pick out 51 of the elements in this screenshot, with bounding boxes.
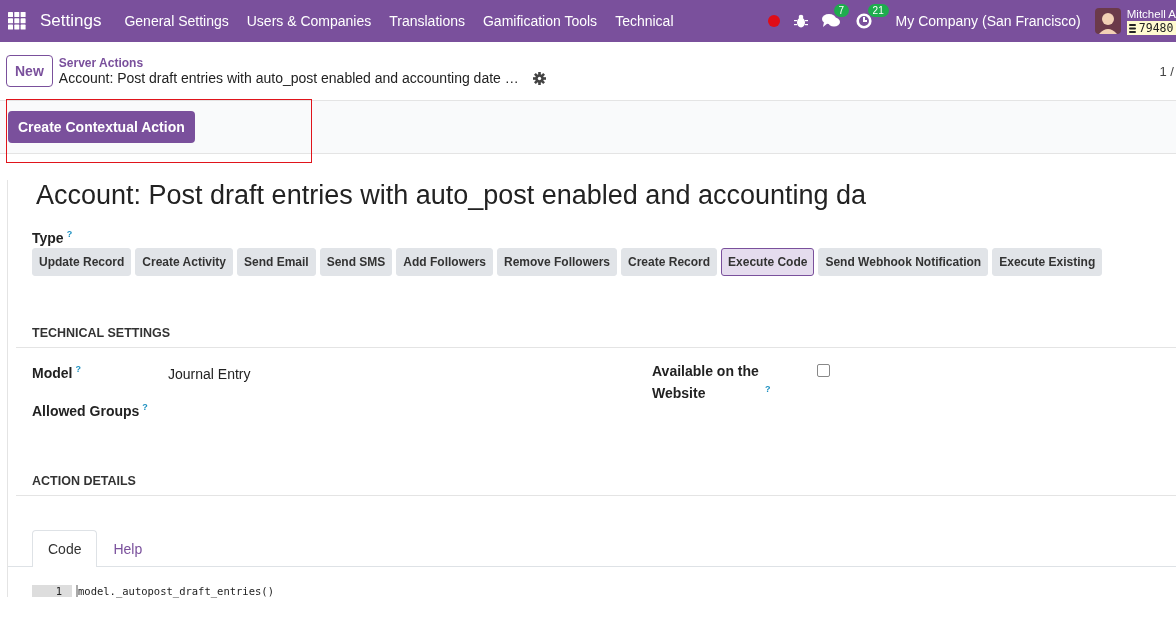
notebook-tab[interactable]: Code	[32, 529, 98, 567]
menu-item[interactable]: Technical	[606, 13, 683, 29]
help-mark[interactable]: ?	[66, 229, 73, 239]
menu-item[interactable]: Translations	[380, 13, 474, 29]
field-label: Model	[32, 364, 73, 381]
settings-icon[interactable]	[532, 71, 546, 85]
user-name[interactable]: Mitchell A	[1126, 7, 1176, 21]
apps-menu-icon[interactable]	[8, 12, 26, 30]
menu-item[interactable]: Gamification Tools	[474, 13, 607, 29]
type-option[interactable]: Send Email	[236, 247, 316, 276]
help-mark[interactable]: ?	[142, 401, 148, 412]
menu-item[interactable]: General Settings	[115, 13, 238, 29]
chat-icon[interactable]	[821, 13, 842, 29]
company-switcher[interactable]: My Company (San Francisco)	[895, 13, 1081, 29]
pager-value: 1 /	[1159, 63, 1174, 79]
field-label: Type	[32, 229, 64, 246]
clock-icon[interactable]	[855, 13, 872, 29]
recording-dot-icon[interactable]	[767, 15, 780, 27]
type-option[interactable]: Send Webhook Notification	[818, 247, 989, 276]
field-label: Allowed Groups	[32, 402, 140, 419]
bug-icon[interactable]	[793, 14, 808, 28]
database-id: 79480	[1138, 21, 1174, 35]
model-value[interactable]: Journal Entry	[168, 365, 251, 382]
help-mark[interactable]: ?	[75, 363, 81, 374]
code-line[interactable]: model._autopost_draft_entries()	[76, 584, 274, 597]
type-option[interactable]: Send SMS	[319, 247, 393, 276]
avatar-icon[interactable]	[1094, 8, 1121, 34]
type-option[interactable]: Create Record	[621, 247, 718, 276]
create-contextual-action-button[interactable]: Create Contextual Action	[8, 111, 195, 143]
type-option[interactable]: Remove Followers	[497, 247, 618, 276]
type-option[interactable]: Add Followers	[396, 247, 493, 276]
record-name: Account: Post draft entries with auto_post enabled and accounting date …	[58, 70, 519, 86]
app-title[interactable]: Settings	[40, 11, 102, 31]
field-label: Available on the Website	[652, 361, 760, 403]
breadcrumb-link[interactable]: Server Actions	[58, 56, 546, 70]
type-option[interactable]: Create Activity	[135, 247, 233, 276]
database-icon	[1128, 23, 1136, 33]
section-heading: TECHNICAL SETTINGS	[16, 325, 1176, 348]
record-title: Account: Post draft entries with auto_post enabled and accounting da	[36, 180, 868, 211]
type-option[interactable]: Update Record	[32, 247, 132, 276]
type-option[interactable]: Execute Code	[721, 247, 815, 276]
website-checkbox[interactable]	[817, 363, 830, 377]
line-number: 1	[32, 584, 72, 597]
activity-count-badge: 21	[867, 4, 889, 17]
help-mark[interactable]: ?	[765, 384, 771, 394]
notebook-tab[interactable]: Help	[97, 529, 159, 567]
new-button[interactable]: New	[6, 55, 53, 87]
type-option[interactable]: Execute Existing	[992, 247, 1103, 276]
section-heading: ACTION DETAILS	[16, 473, 1176, 496]
menu-item[interactable]: Users & Companies	[237, 13, 381, 29]
message-count-badge: 7	[833, 4, 850, 17]
